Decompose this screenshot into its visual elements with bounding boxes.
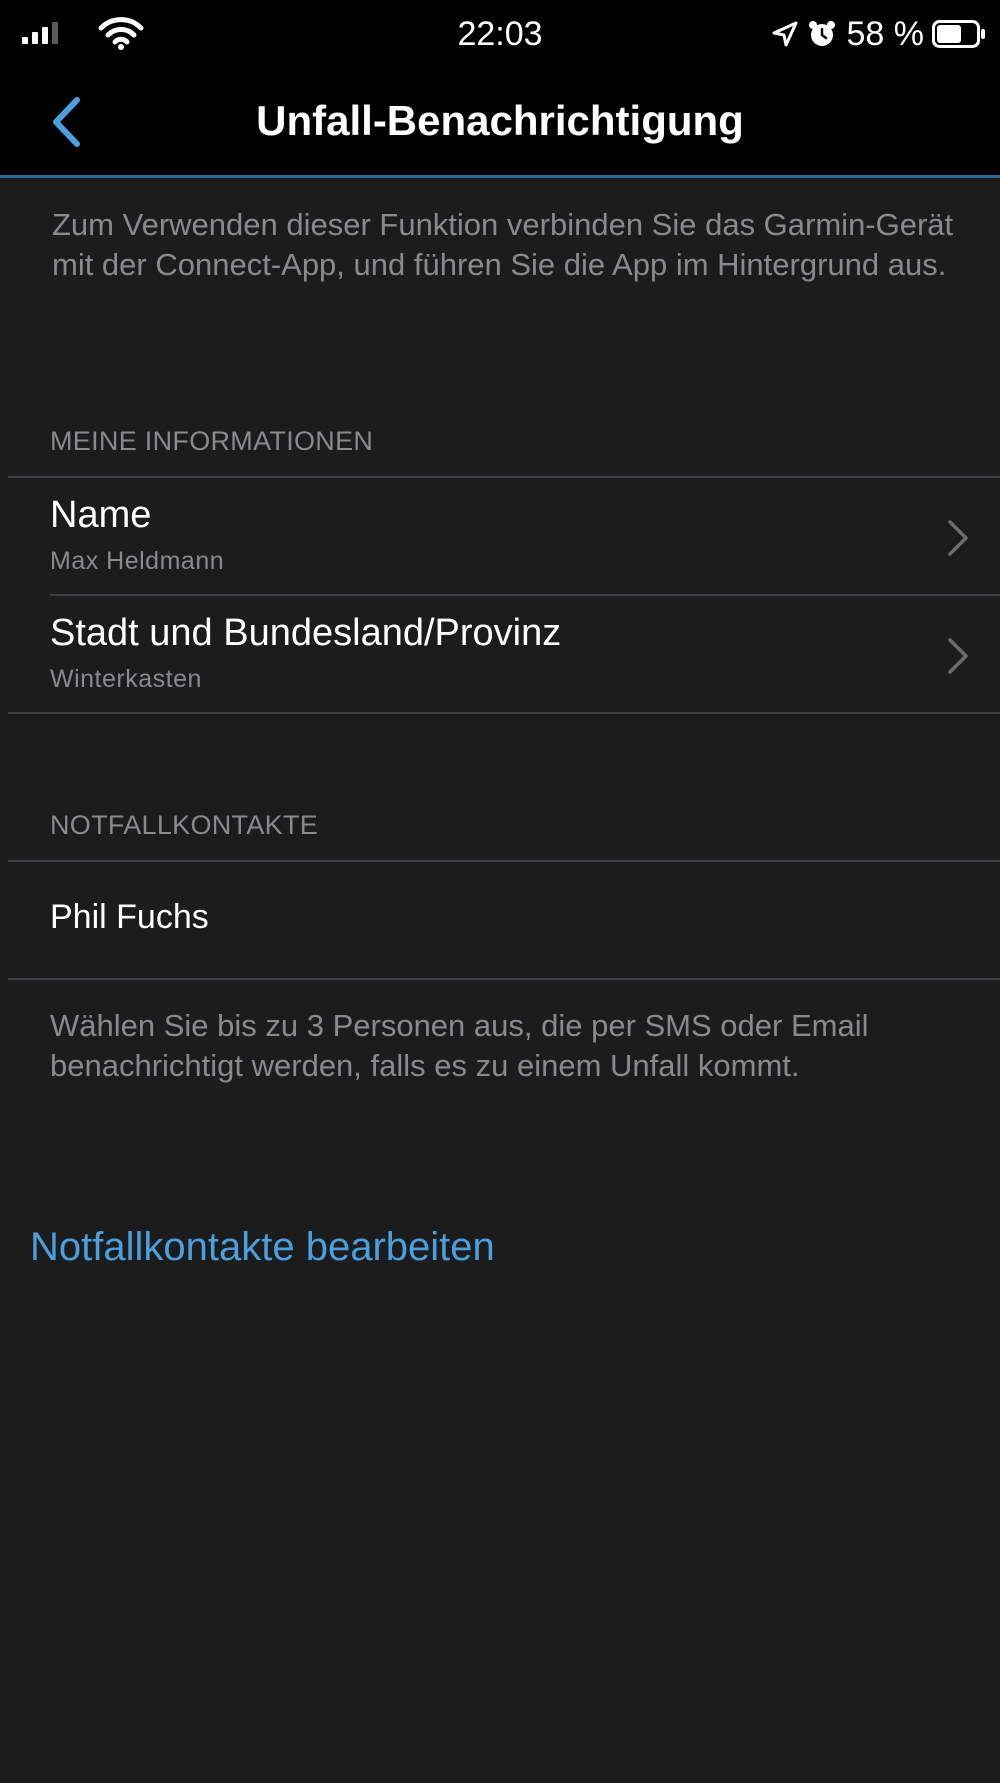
city-row-title: Stadt und Bundesland/Provinz (50, 612, 562, 654)
section-header-my-info: MEINE INFORMATIONEN (50, 426, 374, 456)
chevron-left-icon (53, 97, 80, 147)
name-row[interactable]: Name Max Heldmann (8, 478, 1000, 594)
contacts-footer-text: Wählen Sie bis zu 3 Personen aus, die pe… (50, 1008, 869, 1083)
location-arrow-icon (772, 21, 797, 47)
battery-percent: 58 % (846, 15, 925, 53)
navigation-bar: Unfall-Benachrichtigung (0, 72, 1000, 178)
battery-icon (932, 20, 985, 48)
status-right-group: 58 % (771, 14, 987, 54)
name-row-value: Max Heldmann (50, 547, 225, 575)
page-title: Unfall-Benachrichtigung (256, 97, 744, 144)
intro-description: Zum Verwenden dieser Funktion verbinden … (52, 207, 954, 282)
back-button[interactable] (38, 90, 94, 154)
city-row-value: Winterkasten (50, 665, 202, 693)
city-row[interactable]: Stadt und Bundesland/Provinz Winterkaste… (8, 596, 1000, 712)
wifi-icon (98, 17, 144, 50)
divider (8, 978, 1000, 980)
cellular-signal-icon (22, 22, 58, 44)
chevron-right-icon (948, 638, 968, 674)
status-bar: 22:03 58 % (0, 0, 1000, 72)
name-row-title: Name (50, 494, 152, 536)
contact-name: Phil Fuchs (50, 898, 209, 936)
contact-row: Phil Fuchs (8, 862, 1000, 978)
divider (8, 712, 1000, 714)
section-header-emergency-contacts: NOTFALLKONTAKTE (50, 810, 319, 840)
edit-emergency-contacts-link[interactable]: Notfallkontakte bearbeiten (30, 1222, 495, 1272)
status-time: 22:03 (457, 15, 543, 53)
alarm-clock-icon (808, 21, 835, 46)
chevron-right-icon (948, 520, 968, 556)
